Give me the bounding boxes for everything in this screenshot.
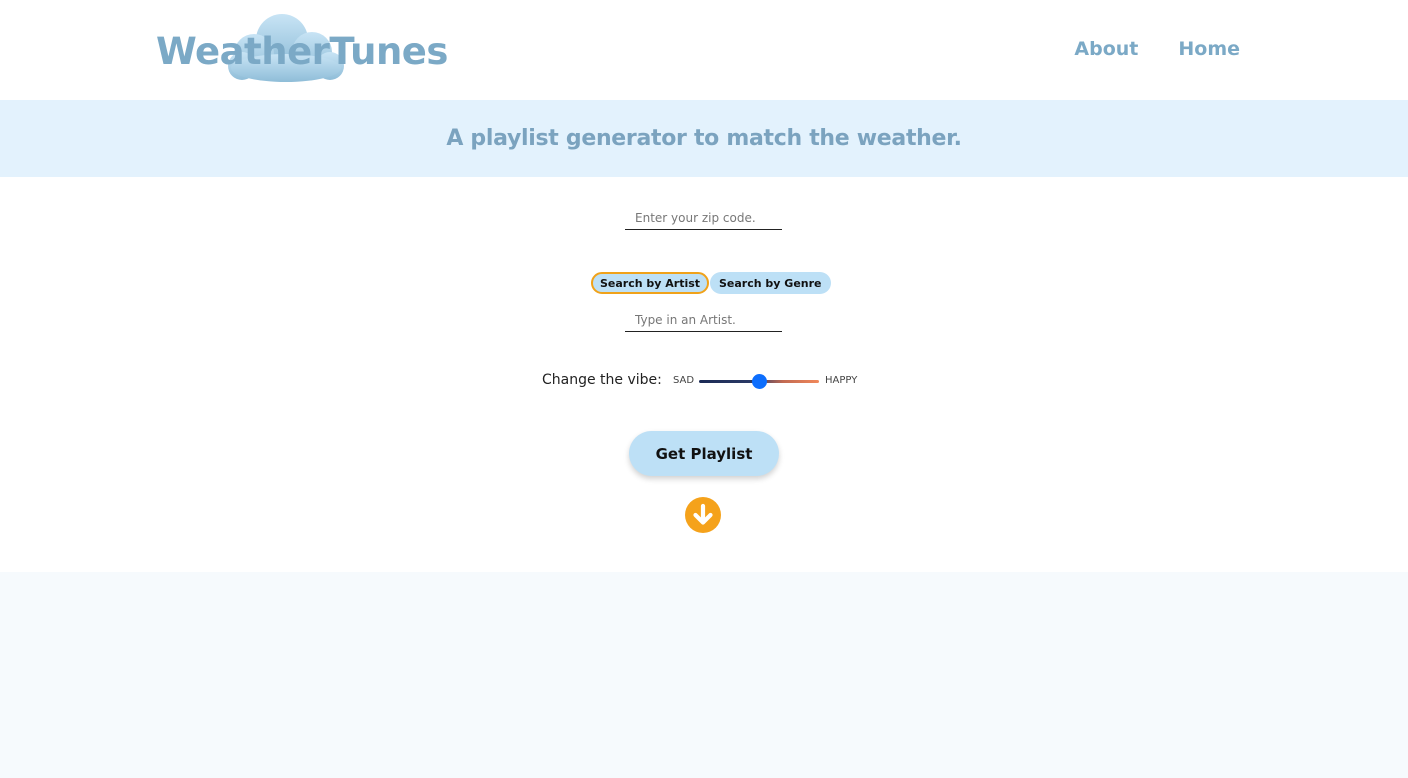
artist-input[interactable] xyxy=(625,308,782,332)
logo[interactable]: WeatherTunes xyxy=(154,10,448,86)
tagline: A playlist generator to match the weathe… xyxy=(446,126,962,151)
site-header: WeatherTunes About Home xyxy=(0,0,1408,100)
search-by-genre-label: Search by Genre xyxy=(719,276,822,290)
logo-text: WeatherTunes xyxy=(156,30,448,73)
get-playlist-button[interactable]: Get Playlist xyxy=(629,431,779,476)
search-by-artist-button[interactable]: Search by Artist xyxy=(591,272,710,294)
vibe-max-label: HAPPY xyxy=(825,375,858,386)
vibe-slider-thumb[interactable] xyxy=(751,374,767,389)
arrow-down-icon xyxy=(693,503,713,525)
search-by-genre-button[interactable]: Search by Genre xyxy=(710,272,831,294)
vibe-label: Change the vibe: xyxy=(542,372,662,388)
scroll-down-button[interactable] xyxy=(685,497,721,533)
results-area xyxy=(0,572,1408,778)
vibe-min-label: SAD xyxy=(673,375,695,386)
nav-home-link[interactable]: Home xyxy=(1178,38,1240,60)
tagline-banner: A playlist generator to match the weathe… xyxy=(0,100,1408,177)
main-nav: About Home xyxy=(1074,38,1240,60)
search-by-artist-label: Search by Artist xyxy=(600,276,701,290)
nav-about-link[interactable]: About xyxy=(1074,38,1138,60)
zip-code-input[interactable] xyxy=(625,206,782,230)
get-playlist-label: Get Playlist xyxy=(655,444,753,463)
